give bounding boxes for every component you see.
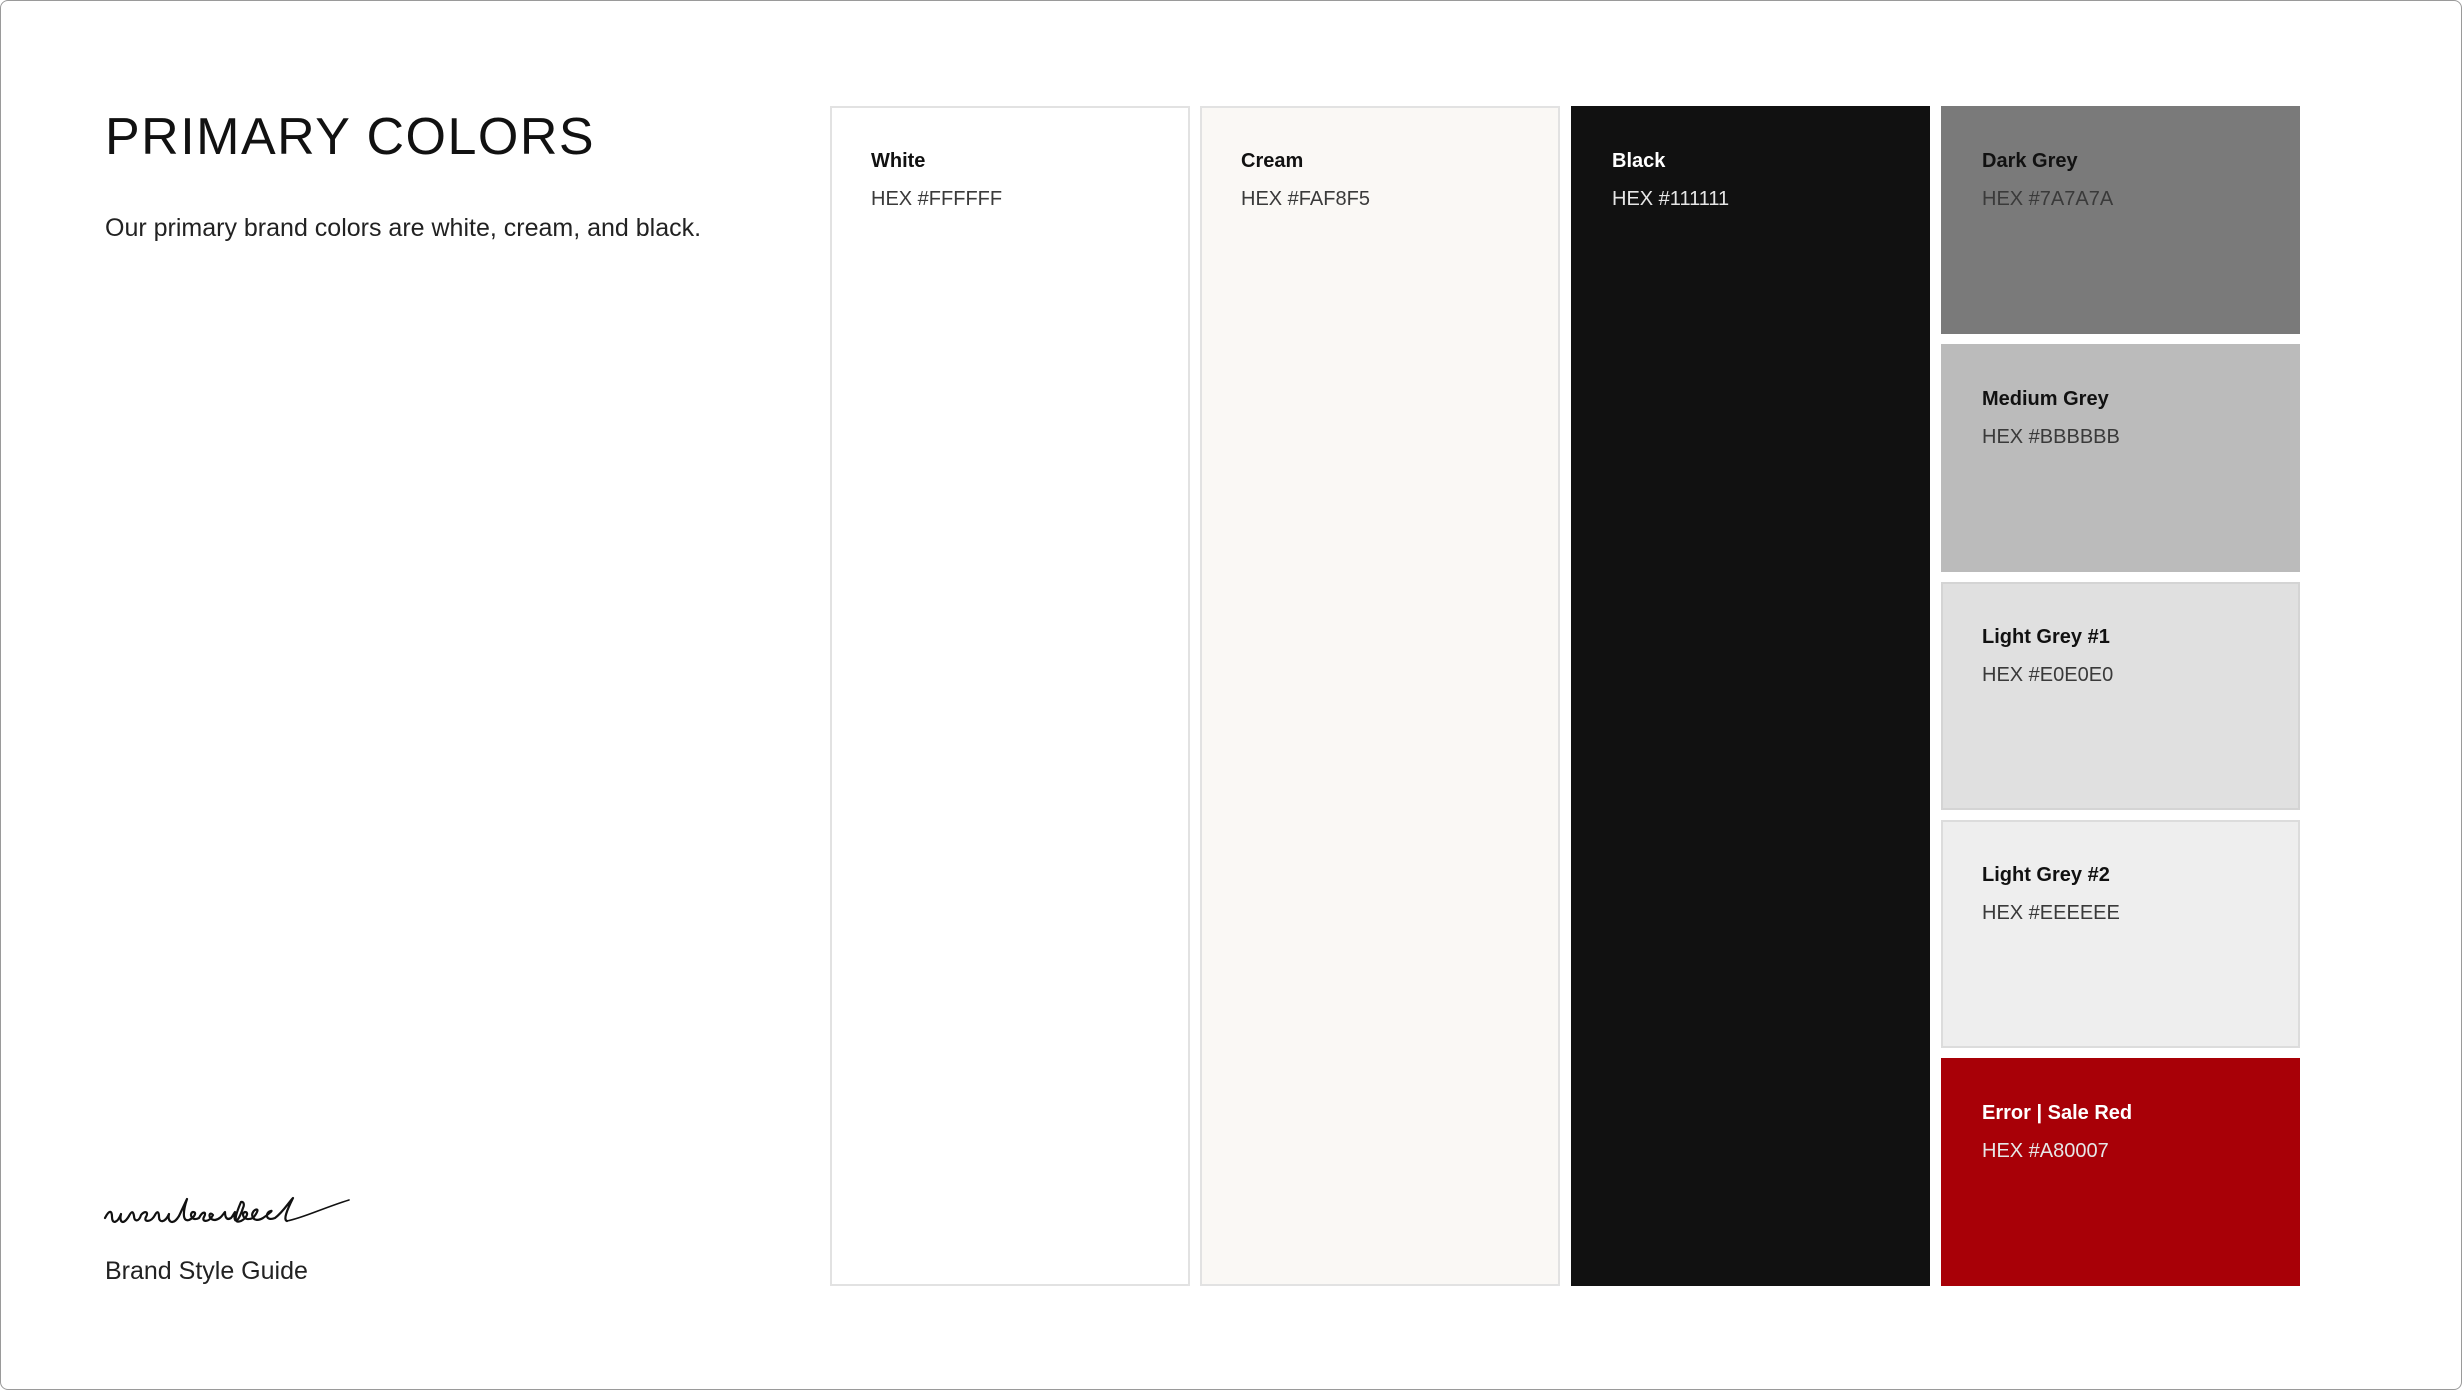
swatch-name: White [871, 150, 926, 172]
swatch-name: Medium Grey [1982, 388, 2109, 410]
swatch-dark-grey: Dark Grey HEX #7A7A7A [1941, 106, 2300, 334]
swatch-light-grey-2: Light Grey #2 HEX #EEEEEE [1941, 820, 2300, 1048]
swatch-hex: HEX #FAF8F5 [1241, 188, 1370, 210]
swatch-name: Light Grey #2 [1982, 864, 2110, 886]
swatch-name: Black [1612, 150, 1666, 172]
brand-logo [103, 1196, 350, 1223]
brand-guide-page: PRIMARY COLORS Our primary brand colors … [0, 0, 2462, 1390]
swatch-light-grey-1: Light Grey #1 HEX #E0E0E0 [1941, 582, 2300, 810]
swatch-hex: HEX #7A7A7A [1982, 188, 2114, 210]
swatch-hex: HEX #FFFFFF [871, 188, 1003, 210]
swatch-medium-grey: Medium Grey HEX #BBBBBB [1941, 344, 2300, 572]
swatch-hex: HEX #111111 [1612, 188, 1730, 210]
page-title: PRIMARY COLORS [105, 108, 596, 166]
swatch-hex: HEX #BBBBBB [1982, 426, 2120, 448]
swatch-name: Dark Grey [1982, 150, 2078, 172]
swatch-name: Light Grey #1 [1982, 626, 2110, 648]
swatch-cream: Cream HEX #FAF8F5 [1200, 106, 1560, 1286]
swatch-name: Cream [1241, 150, 1304, 172]
swatch-hex: HEX #A80007 [1982, 1140, 2109, 1162]
swatch-name: Error | Sale Red [1982, 1102, 2133, 1124]
guide-label: Brand Style Guide [105, 1257, 308, 1285]
swatch-hex: HEX #E0E0E0 [1982, 664, 2114, 686]
swatch-white: White HEX #FFFFFF [830, 106, 1190, 1286]
swatch-black: Black HEX #111111 [1571, 106, 1930, 1286]
swatch-hex: HEX #EEEEEE [1982, 902, 2120, 924]
page-description: Our primary brand colors are white, crea… [105, 214, 702, 242]
swatch-sale-red: Error | Sale Red HEX #A80007 [1941, 1058, 2300, 1286]
